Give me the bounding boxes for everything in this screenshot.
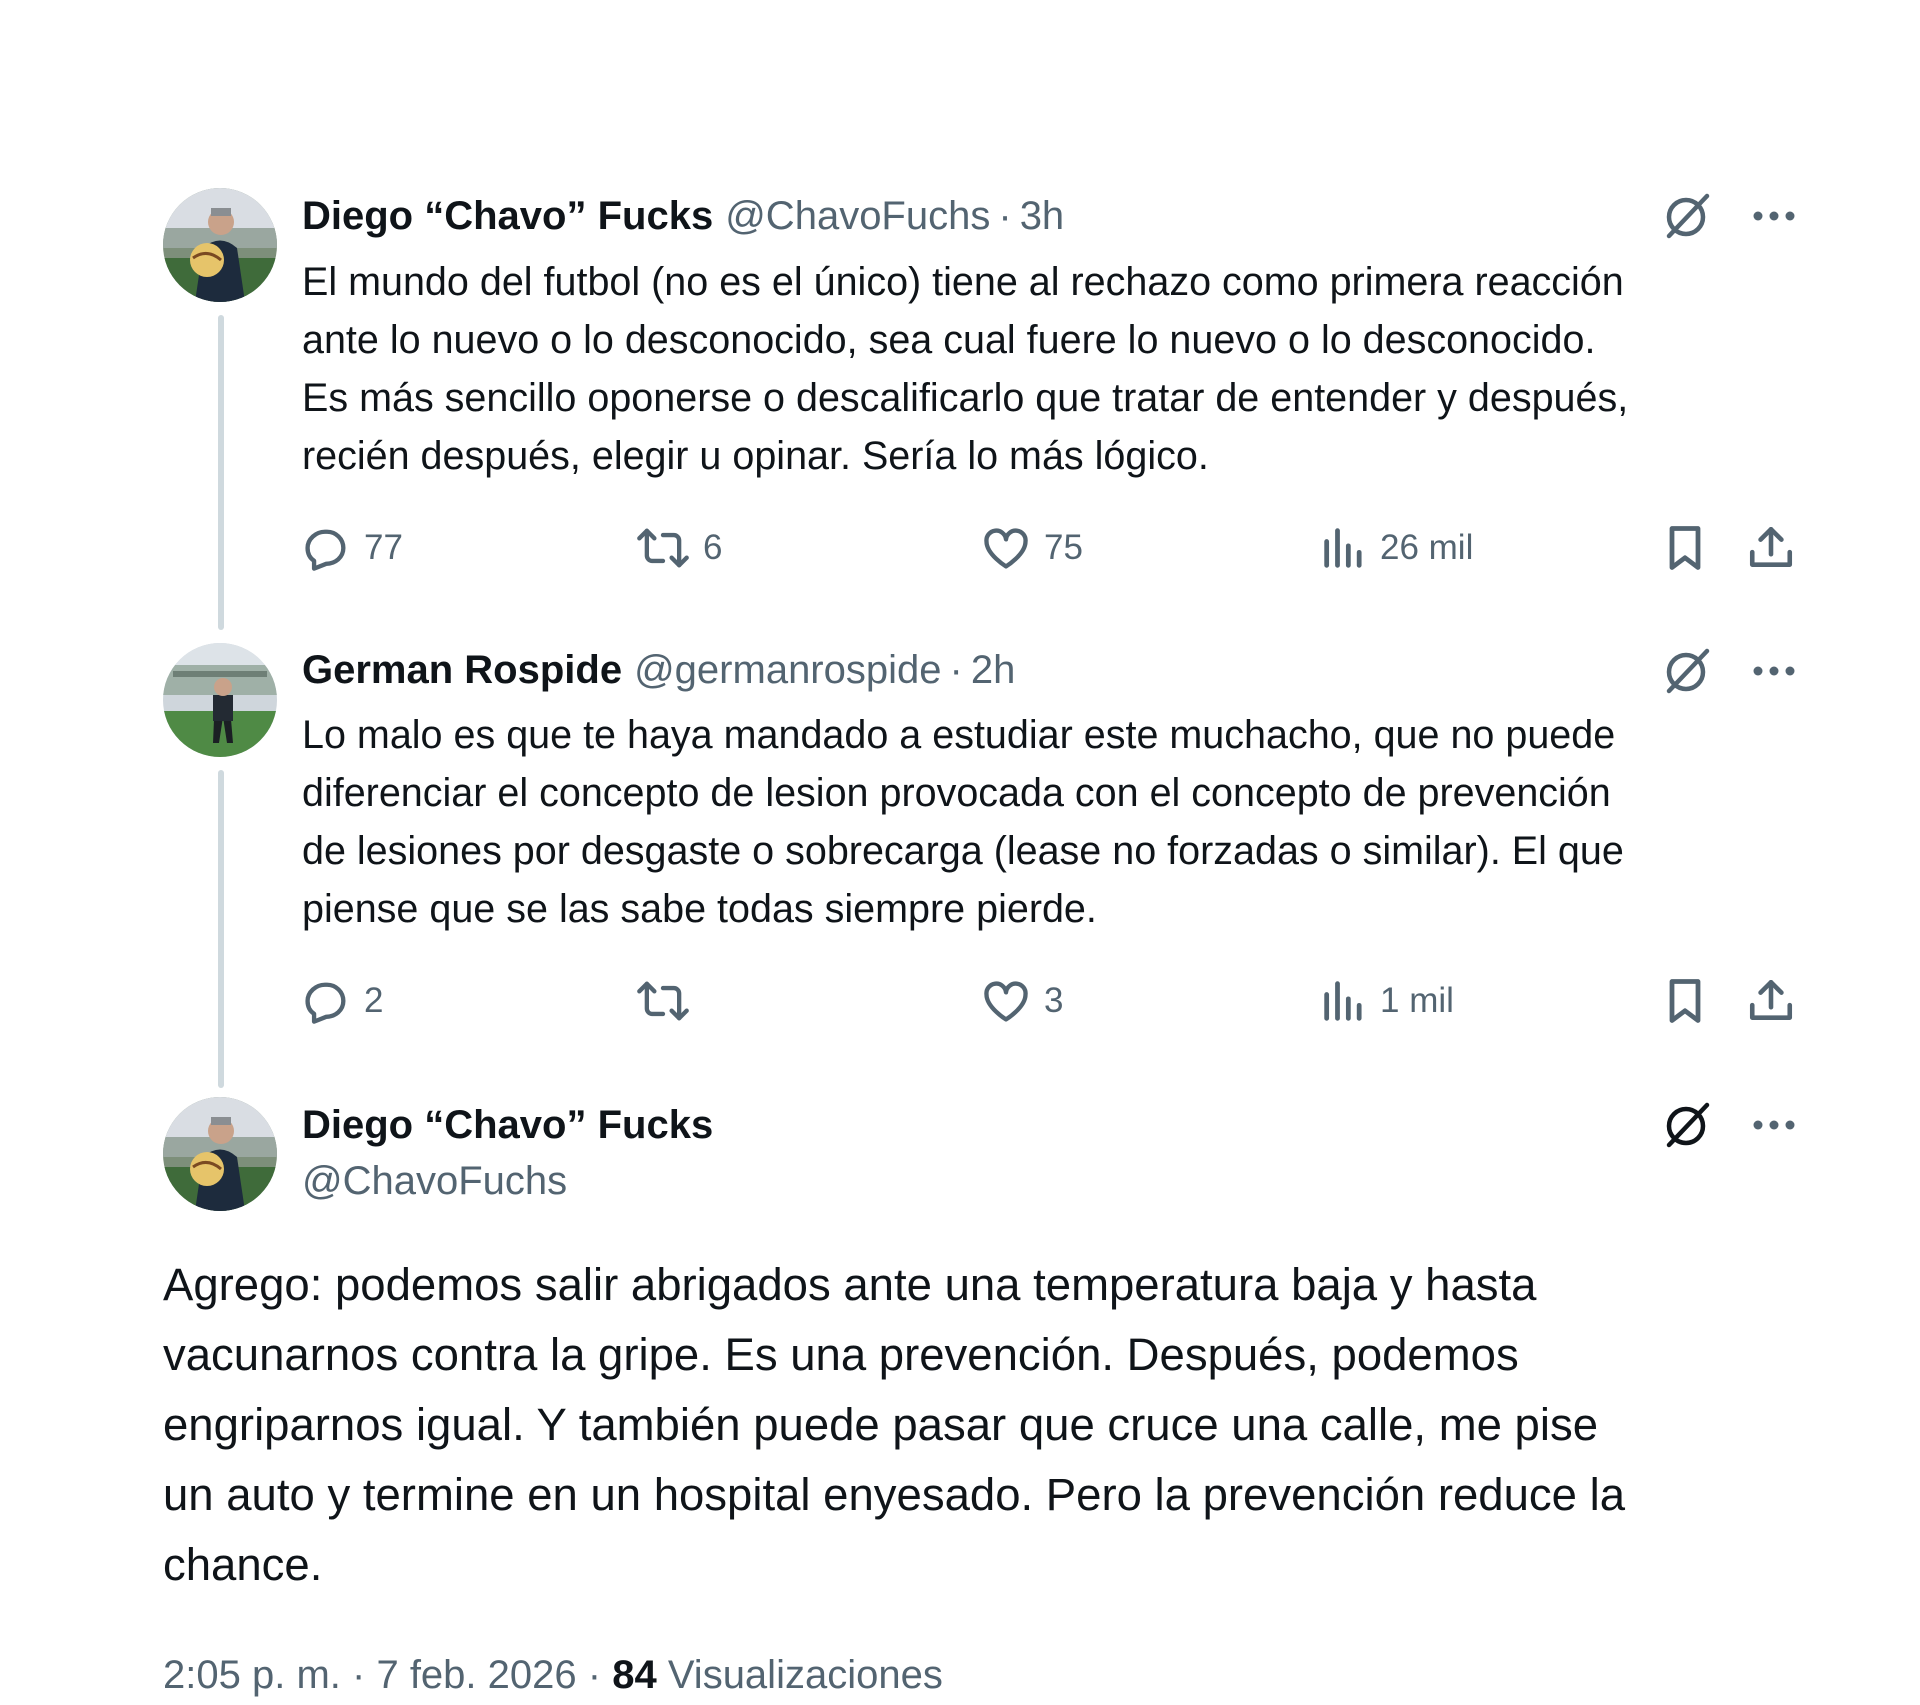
share-icon	[1746, 975, 1796, 1027]
share-button[interactable]	[1746, 518, 1796, 578]
views-icon	[1320, 975, 1368, 1027]
reply-icon	[300, 522, 352, 574]
tweet-header: German Rospide @germanrospide · 2h	[302, 640, 1015, 700]
reply-button[interactable]: 2	[300, 971, 383, 1031]
share-icon	[1746, 522, 1796, 574]
more-icon[interactable]	[1744, 1095, 1804, 1155]
separator: ·	[949, 648, 963, 692]
like-count: 75	[1044, 528, 1083, 567]
like-button[interactable]: 75	[980, 518, 1083, 578]
separator: ·	[587, 1653, 602, 1697]
post-date[interactable]: 7 feb. 2026	[376, 1653, 576, 1697]
retweet-button[interactable]	[635, 971, 703, 1031]
separator: ·	[998, 194, 1012, 238]
timestamp[interactable]: 3h	[1020, 186, 1065, 246]
thread-line	[218, 315, 224, 630]
bookmark-icon	[1662, 522, 1708, 574]
main-author-name-row: Diego “Chavo” Fucks	[302, 1095, 713, 1155]
avatar[interactable]	[163, 1097, 277, 1211]
tweet-text: El mundo del futbol (no es el único) tie…	[302, 260, 1629, 478]
like-count: 3	[1044, 981, 1064, 1020]
bookmark-button[interactable]	[1662, 518, 1708, 578]
retweet-button[interactable]: 6	[635, 518, 722, 578]
bookmark-button[interactable]	[1662, 971, 1708, 1031]
heart-icon	[980, 522, 1032, 574]
views-button[interactable]: 1 mil	[1320, 971, 1454, 1031]
main-author-handle-row: @ChavoFuchs	[302, 1151, 567, 1211]
views-button[interactable]: 26 mil	[1320, 518, 1473, 578]
reply-button[interactable]: 77	[300, 518, 403, 578]
author-name[interactable]: Diego “Chavo” Fucks	[302, 1095, 713, 1155]
tweet-header: Diego “Chavo” Fucks @ChavoFuchs · 3h	[302, 186, 1064, 246]
grok-icon[interactable]	[1657, 1095, 1717, 1155]
tweet-metadata: 2:05 p. m. · 7 feb. 2026 · 84 Visualizac…	[163, 1645, 943, 1705]
reply-count: 77	[364, 528, 403, 567]
more-icon[interactable]	[1744, 641, 1804, 701]
views-count: 1 mil	[1380, 981, 1454, 1020]
reply-icon	[300, 975, 352, 1027]
share-button[interactable]	[1746, 971, 1796, 1031]
retweet-icon	[635, 975, 691, 1027]
author-handle[interactable]: @ChavoFuchs	[725, 186, 990, 246]
views-label: Visualizaciones	[667, 1653, 943, 1697]
author-name[interactable]: German Rospide	[302, 640, 622, 700]
author-handle[interactable]: @ChavoFuchs	[302, 1151, 567, 1211]
avatar[interactable]	[163, 188, 277, 302]
author-name[interactable]: Diego “Chavo” Fucks	[302, 186, 713, 246]
timestamp[interactable]: 2h	[971, 640, 1016, 700]
grok-icon[interactable]	[1657, 641, 1717, 701]
tweet-actions: 2 3 1 mil	[300, 971, 1800, 1031]
separator: ·	[352, 1653, 366, 1697]
retweet-icon	[635, 522, 691, 574]
heart-icon	[980, 975, 1032, 1027]
more-icon[interactable]	[1744, 186, 1804, 246]
reply-count: 2	[364, 981, 384, 1020]
like-button[interactable]: 3	[980, 971, 1063, 1031]
views-icon	[1320, 522, 1368, 574]
grok-icon[interactable]	[1657, 186, 1717, 246]
tweet-text: Lo malo es que te haya mandado a estudia…	[302, 713, 1624, 931]
views-count: 26 mil	[1380, 528, 1474, 567]
post-time[interactable]: 2:05 p. m.	[163, 1653, 341, 1697]
views-count: 84	[612, 1653, 657, 1697]
thread-line	[218, 770, 224, 1088]
avatar[interactable]	[163, 643, 277, 757]
retweet-count: 6	[703, 528, 723, 567]
tweet-actions: 77 6 75 26 mil	[300, 518, 1800, 578]
author-handle[interactable]: @germanrospide	[634, 640, 941, 700]
main-tweet-text: Agrego: podemos salir abrigados ante una…	[163, 1259, 1625, 1590]
bookmark-icon	[1662, 975, 1708, 1027]
